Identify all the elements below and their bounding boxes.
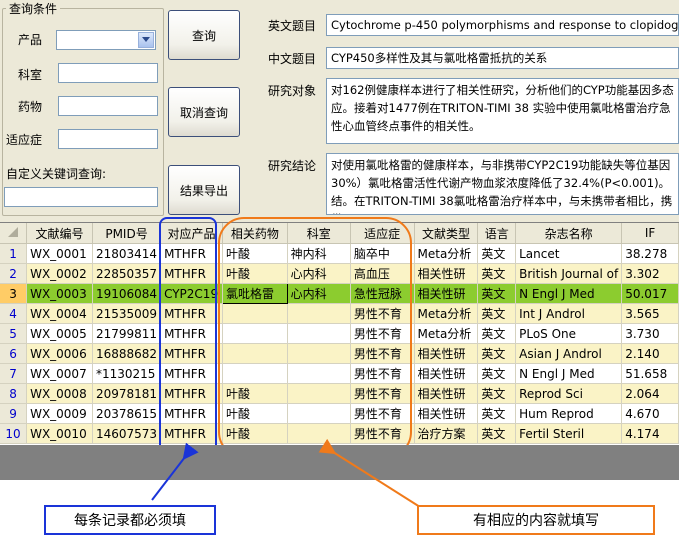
required-arrow <box>151 442 199 501</box>
callout-arrows <box>151 438 421 508</box>
optional-callout: 有相应的内容就填写 <box>417 505 655 535</box>
required-callout: 每条记录都必须填 <box>44 505 216 535</box>
optional-arrow <box>318 438 421 508</box>
